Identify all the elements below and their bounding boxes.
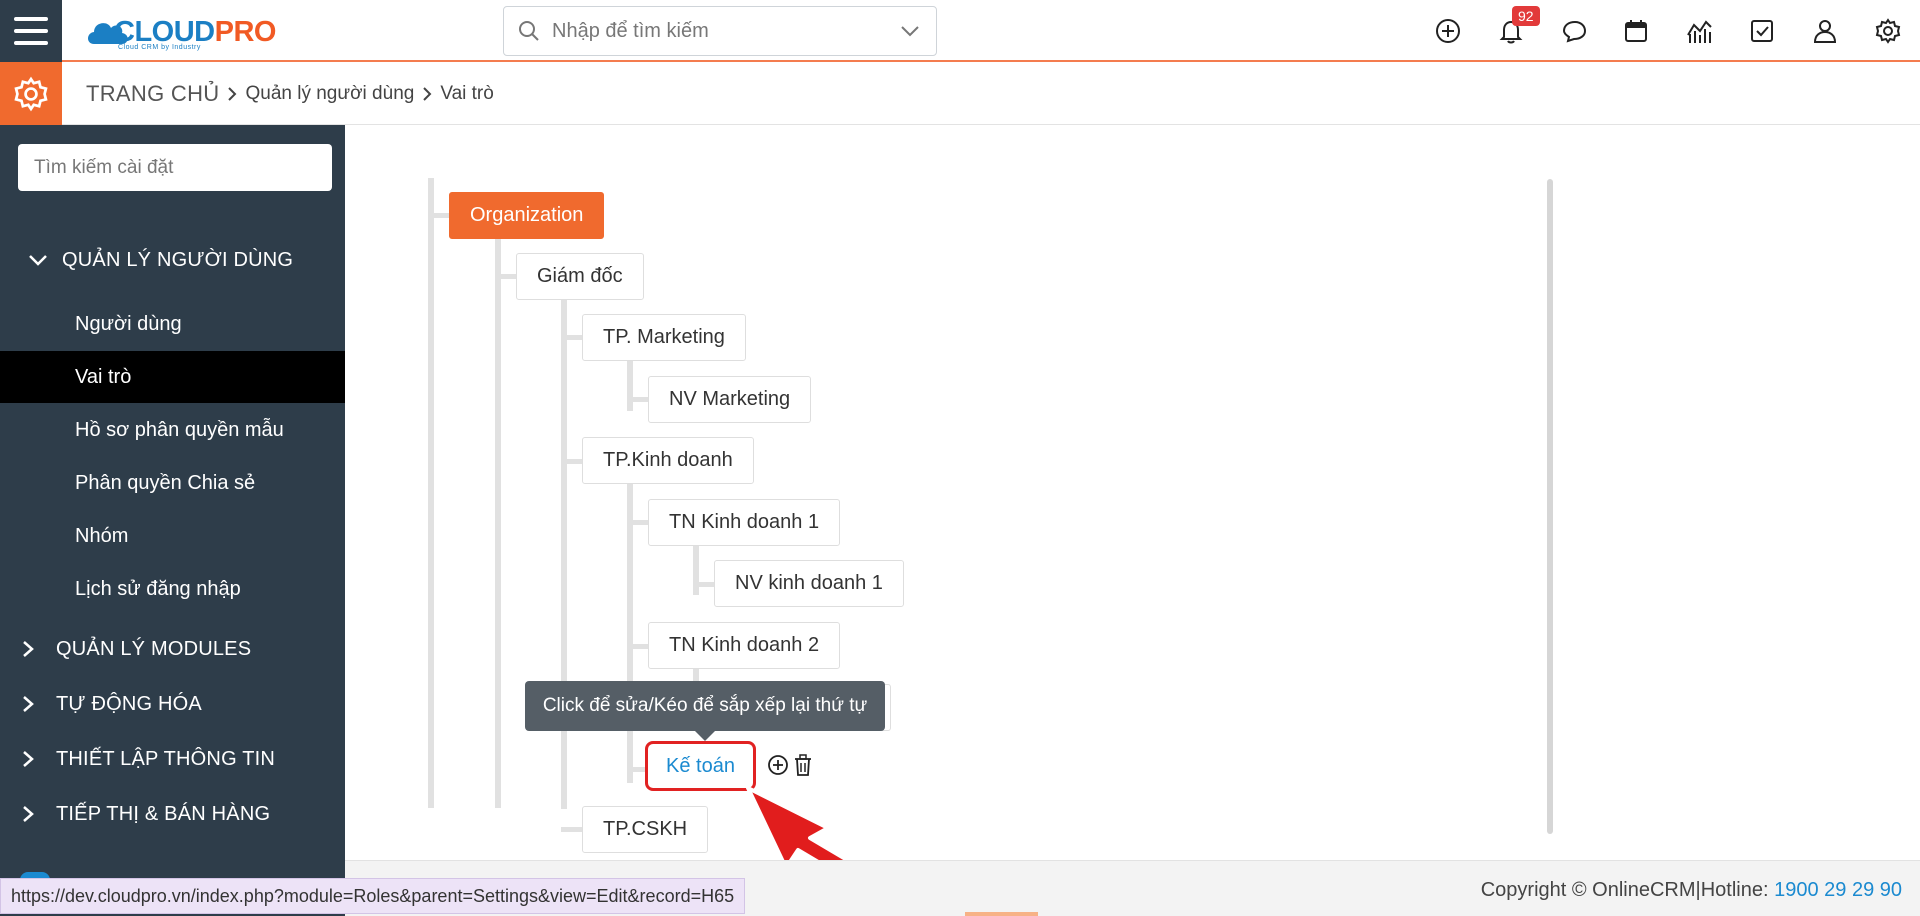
hamburger-line xyxy=(14,41,48,45)
breadcrumb-bar: TRANG CHỦ Quản lý người dùng Vai trò xyxy=(0,62,1920,125)
sidebar-item-users[interactable]: Người dùng xyxy=(0,298,345,350)
role-node[interactable]: TP.CSKH xyxy=(582,806,709,853)
section-marketing-sales[interactable]: TIẾP THỊ & BÁN HÀNG xyxy=(0,792,345,836)
breadcrumb-home[interactable]: TRANG CHỦ xyxy=(86,81,219,107)
tree-connector xyxy=(561,335,583,340)
add-child-icon[interactable] xyxy=(767,754,789,776)
tree-connector xyxy=(627,397,649,402)
role-node[interactable]: Giám đốc xyxy=(516,253,644,300)
chevron-right-icon xyxy=(16,695,40,713)
drag-edit-tooltip: Click để sửa/Kéo để sắp xếp lại thứ tự xyxy=(525,681,885,741)
search-icon xyxy=(519,21,539,41)
sidebar-item-label: Người dùng xyxy=(75,312,182,335)
tree-connector xyxy=(495,274,517,279)
trash-icon[interactable] xyxy=(793,754,813,776)
chart-icon[interactable] xyxy=(1685,17,1713,45)
role-node[interactable]: TP. Marketing xyxy=(582,314,746,361)
annotation-arrow-icon xyxy=(746,786,852,860)
plus-circle-icon[interactable] xyxy=(1434,17,1462,45)
sidebar-item-label: Hồ sơ phân quyền mẫu xyxy=(75,418,284,441)
copyright-text: Copyright © OnlineCRM|Hotline: 1900 29 2… xyxy=(1481,879,1902,902)
status-bar-url: https://dev.cloudpro.vn/index.php?module… xyxy=(0,878,746,914)
chevron-right-icon xyxy=(422,86,432,102)
calendar-icon[interactable] xyxy=(1622,17,1650,45)
settings-sidebar: Tìm kiếm cài đặt QUẢN LÝ NGƯỜI DÙNG Ngườ… xyxy=(0,125,345,916)
logo-tagline: Cloud CRM by Industry xyxy=(118,44,201,51)
top-bar: CLOUDPRO Cloud CRM by Industry Nhập để t… xyxy=(0,0,1920,62)
sidebar-item-label: Lịch sử đăng nhập xyxy=(75,577,241,600)
tree-connector xyxy=(561,827,583,832)
sidebar-item-login-history[interactable]: Lịch sử đăng nhập xyxy=(0,563,345,615)
settings-gear-icon[interactable] xyxy=(1874,17,1902,45)
tree-connector xyxy=(627,483,633,783)
role-node[interactable]: TP.Kinh doanh xyxy=(582,437,754,484)
role-node[interactable]: NV kinh doanh 1 xyxy=(714,560,904,607)
vertical-scrollbar[interactable] xyxy=(1547,179,1553,834)
tree-connector xyxy=(428,178,434,808)
chevron-right-icon xyxy=(16,640,40,658)
chevron-down-icon xyxy=(18,254,58,266)
tree-connector xyxy=(561,299,567,809)
tree-connector xyxy=(627,361,633,411)
tree-connector xyxy=(693,582,715,587)
task-check-icon[interactable] xyxy=(1748,17,1776,45)
section-user-management[interactable]: QUẢN LÝ NGƯỜI DÙNG xyxy=(0,238,345,282)
app-logo[interactable]: CLOUDPRO Cloud CRM by Industry xyxy=(84,10,276,54)
chevron-right-icon xyxy=(16,750,40,768)
section-label: TIẾP THỊ & BÁN HÀNG xyxy=(56,802,271,825)
chevron-down-icon[interactable] xyxy=(900,25,920,37)
role-node[interactable]: TN Kinh doanh 2 xyxy=(648,622,841,669)
section-label: TỰ ĐỘNG HÓA xyxy=(56,692,202,715)
tree-connector xyxy=(627,520,649,525)
breadcrumb: TRANG CHỦ Quản lý người dùng Vai trò xyxy=(86,62,494,125)
section-label: THIẾT LẬP THÔNG TIN xyxy=(56,747,276,770)
global-search-input[interactable]: Nhập để tìm kiếm xyxy=(503,6,937,56)
role-node[interactable]: TN Kinh doanh 1 xyxy=(648,499,841,546)
tree-connector xyxy=(693,545,699,595)
hamburger-line xyxy=(14,29,48,33)
chat-icon[interactable] xyxy=(1560,17,1588,45)
sidebar-item-profiles[interactable]: Hồ sơ phân quyền mẫu xyxy=(0,404,345,456)
roles-tree-panel: Organization Giám đốc TP. Marketing NV M… xyxy=(345,125,1920,860)
node-actions xyxy=(767,754,813,776)
settings-search-input[interactable]: Tìm kiếm cài đặt xyxy=(18,144,332,191)
sidebar-item-label: Nhóm xyxy=(75,524,129,547)
tree-connector xyxy=(495,238,501,808)
tree-connector xyxy=(561,459,583,464)
sidebar-item-label: Phân quyền Chia sẻ xyxy=(75,471,256,494)
breadcrumb-current: Vai trò xyxy=(440,82,494,104)
tree-connector xyxy=(428,213,450,218)
sidebar-item-sharing[interactable]: Phân quyền Chia sẻ xyxy=(0,457,345,509)
menu-toggle-button[interactable] xyxy=(0,0,62,62)
section-automation[interactable]: TỰ ĐỘNG HÓA xyxy=(0,682,345,726)
sidebar-item-roles[interactable]: Vai trò xyxy=(0,351,345,403)
role-node-organization[interactable]: Organization xyxy=(449,192,605,239)
scroll-indicator xyxy=(965,912,1038,916)
chevron-right-icon xyxy=(16,805,40,823)
sidebar-item-groups[interactable]: Nhóm xyxy=(0,510,345,562)
section-label: QUẢN LÝ NGƯỜI DÙNG xyxy=(62,248,294,271)
chevron-right-icon xyxy=(227,86,237,102)
sidebar-item-label: Vai trò xyxy=(75,365,132,388)
gear-icon xyxy=(14,76,48,111)
section-modules[interactable]: QUẢN LÝ MODULES xyxy=(0,627,345,671)
notification-badge: 92 xyxy=(1512,6,1540,26)
search-placeholder: Nhập để tìm kiếm xyxy=(552,19,709,42)
section-label: QUẢN LÝ MODULES xyxy=(56,637,252,660)
role-node[interactable]: NV Marketing xyxy=(648,376,812,423)
tree-connector xyxy=(627,644,649,649)
copyright-label: Copyright © OnlineCRM|Hotline: xyxy=(1480,879,1775,901)
hamburger-line xyxy=(14,17,48,21)
section-info-setup[interactable]: THIẾT LẬP THÔNG TIN xyxy=(0,737,345,781)
settings-section-button[interactable] xyxy=(0,62,62,125)
breadcrumb-level1[interactable]: Quản lý người dùng xyxy=(245,83,414,105)
hotline-link[interactable]: 1900 29 29 90 xyxy=(1774,879,1902,901)
user-icon[interactable] xyxy=(1811,17,1839,45)
